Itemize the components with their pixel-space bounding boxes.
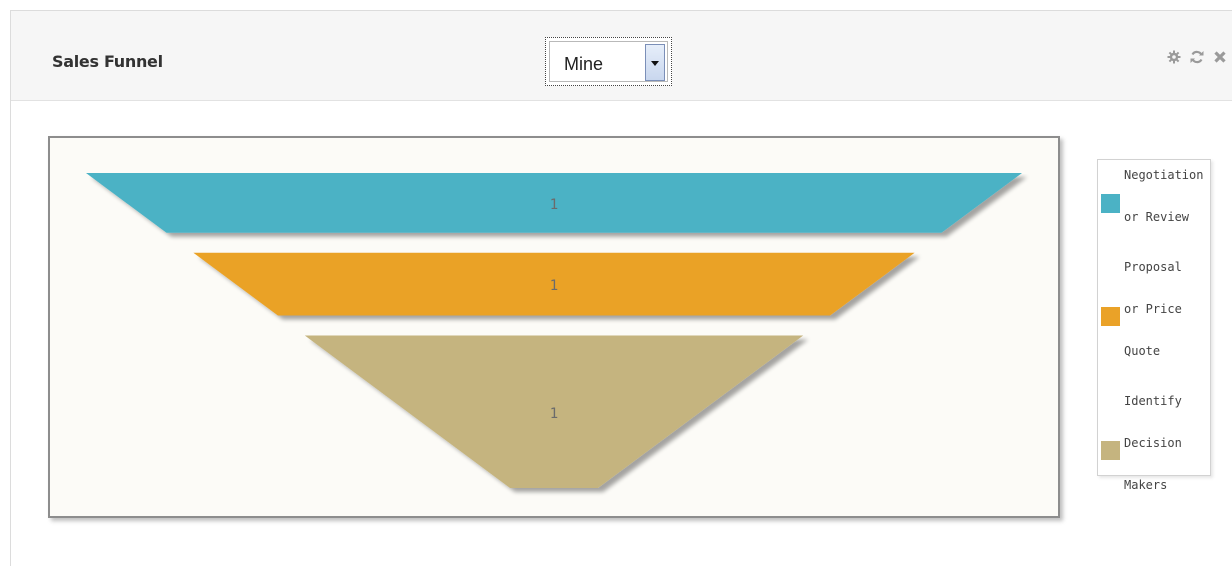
legend-label: or Price [1124,302,1182,316]
select-field[interactable]: Mine [549,41,668,82]
legend-label: Identify [1124,394,1182,408]
funnel-chart-frame: 1 1 1 [48,136,1060,518]
funnel-chart: 1 1 1 [86,173,1022,488]
legend-label: Decision [1124,436,1182,450]
legend-label: Quote [1124,344,1161,358]
chevron-down-icon[interactable] [645,44,665,81]
dashlet-title: Sales Funnel [52,52,163,71]
close-icon[interactable] [1213,50,1227,64]
funnel-value-label: 1 [550,406,558,422]
legend-label: Proposal [1124,260,1182,274]
gear-icon[interactable] [1167,50,1181,64]
legend-swatch [1101,194,1120,213]
legend-swatch [1101,307,1120,326]
dashlet-actions [1167,50,1227,64]
legend-label: Negotiation [1124,168,1204,182]
refresh-icon[interactable] [1190,50,1204,64]
legend-swatch [1101,441,1120,460]
chart-legend: Negotiation or Review Proposal or Price Quot… [1097,159,1211,492]
dashlet-header: Sales Funnel Mine [11,11,1232,101]
legend-label: or Review [1124,210,1190,224]
select-value: Mine [564,54,604,74]
funnel-value-label: 1 [550,278,558,294]
ownership-filter-select[interactable]: Mine [545,37,672,86]
funnel-value-label: 1 [550,197,558,213]
legend-label: Makers [1124,478,1168,492]
